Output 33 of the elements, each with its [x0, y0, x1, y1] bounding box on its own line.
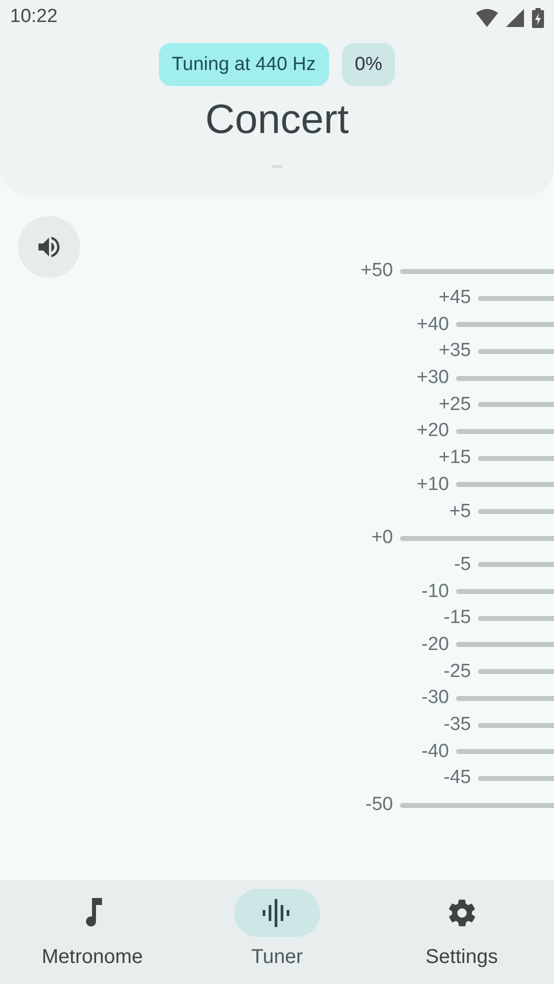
scale-label: +0 [371, 527, 393, 550]
scale-label: -25 [444, 660, 471, 683]
scale-label: +20 [416, 420, 449, 442]
status-time: 10:22 [10, 6, 58, 28]
scale-label: +15 [438, 447, 471, 470]
scale-label: -15 [444, 607, 471, 630]
nav-tab-button[interactable] [234, 889, 320, 937]
battery-icon [532, 8, 544, 28]
scale-label: +40 [416, 314, 449, 336]
scale-label: +30 [416, 367, 449, 390]
scale-label: -45 [444, 767, 471, 790]
percent-chip[interactable]: 0% [342, 43, 396, 86]
scale-label: +50 [360, 260, 393, 282]
waveform-icon [262, 898, 292, 928]
scale-label: +25 [438, 394, 471, 416]
scale-label: +45 [438, 287, 471, 310]
scale-label: -35 [444, 714, 471, 736]
scale-label: -20 [422, 634, 449, 656]
scale-label: +35 [438, 340, 471, 362]
scale-label: -50 [366, 794, 393, 816]
tuning-title: Concert [205, 96, 349, 143]
scale-label: +10 [416, 474, 449, 496]
scale-label: -40 [422, 740, 449, 763]
wifi-icon [476, 9, 498, 27]
nav-label[interactable]: Metronome [42, 946, 143, 969]
tuning-chip[interactable]: Tuning at 440 Hz [158, 43, 329, 86]
nav-label[interactable]: Settings [426, 946, 498, 969]
scale-label: +5 [449, 500, 471, 523]
nav-label[interactable]: Tuner [251, 946, 303, 969]
scale-label: -30 [422, 687, 449, 710]
signal-icon [506, 9, 524, 27]
scale-label: -10 [422, 580, 449, 603]
scale-label: -5 [454, 554, 471, 576]
